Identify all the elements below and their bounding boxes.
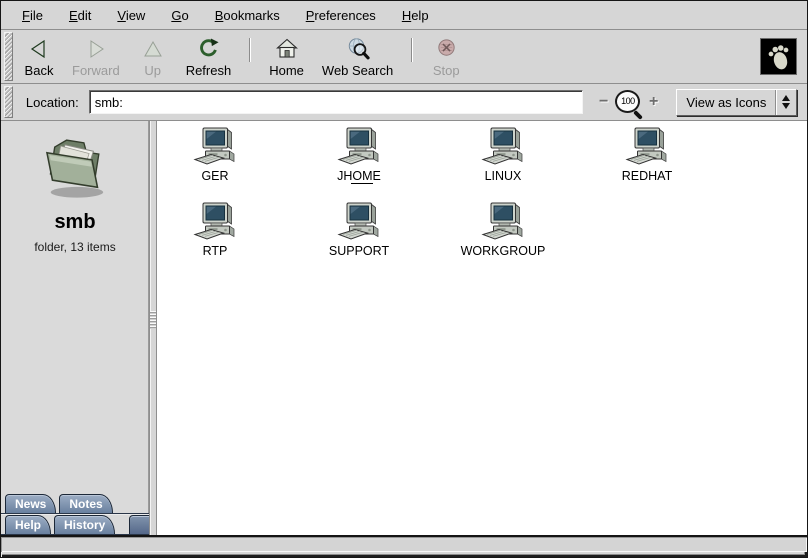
up-button-label: Up	[144, 63, 161, 78]
network-share-ger[interactable]: GER	[157, 126, 273, 188]
sidebar: smb folder, 13 items News Notes Help His…	[1, 121, 149, 535]
stop-button: Stop	[424, 33, 468, 81]
sidebar-tab-partial[interactable]	[129, 515, 149, 534]
sidebar-tab-help[interactable]: Help	[5, 515, 51, 534]
menu-help[interactable]: Help	[389, 2, 442, 29]
web-search-button[interactable]: Web Search	[315, 33, 400, 81]
location-input[interactable]	[89, 90, 583, 114]
sidebar-tab-history[interactable]: History	[54, 515, 115, 534]
sidebar-folder-title: smb	[54, 211, 95, 234]
menu-bookmarks[interactable]: Bookmarks	[202, 2, 293, 29]
zoom-level-value: 100	[615, 90, 640, 113]
up-button: Up	[131, 33, 175, 81]
sidebar-splitter[interactable]	[149, 121, 157, 535]
view-mode-dropdown[interactable]: View as Icons	[676, 89, 797, 116]
zoom-out-button[interactable]: −	[595, 93, 612, 111]
toolbar-separator	[249, 38, 251, 62]
network-share-rtp[interactable]: RTP	[157, 201, 273, 263]
icon-label: SUPPORT	[329, 244, 389, 258]
menu-bar: File Edit View Go Bookmarks Preferences …	[1, 1, 807, 30]
network-share-linux[interactable]: LINUX	[445, 126, 561, 188]
refresh-icon	[197, 37, 220, 61]
tool-bar: Back Forward Up Refresh Home Web Search …	[1, 30, 807, 84]
web-search-button-label: Web Search	[322, 63, 393, 78]
menu-edit[interactable]: Edit	[56, 2, 104, 29]
menu-file[interactable]: File	[9, 2, 56, 29]
view-mode-value: View as Icons	[677, 90, 775, 115]
sidebar-tab-notes[interactable]: Notes	[59, 494, 112, 513]
forward-button-label: Forward	[72, 63, 120, 78]
home-button-label: Home	[269, 63, 304, 78]
icon-label: GER	[201, 169, 228, 183]
icon-label: REDHAT	[622, 169, 672, 183]
status-bar	[1, 535, 807, 552]
computer-icon	[481, 126, 525, 166]
computer-icon	[337, 126, 381, 166]
stop-button-label: Stop	[433, 63, 460, 78]
forward-button: Forward	[65, 33, 127, 81]
location-label: Location:	[26, 95, 79, 110]
network-share-redhat[interactable]: REDHAT	[589, 126, 705, 188]
toolbar-separator	[411, 38, 413, 62]
home-icon	[275, 37, 299, 61]
hover-underline-artifact	[351, 183, 373, 184]
location-bar: Location: − 100 + View as Icons	[1, 84, 807, 121]
sidebar-header: smb folder, 13 items	[1, 121, 149, 254]
sidebar-tab-row-1: News Notes	[1, 493, 149, 514]
computer-icon	[625, 126, 669, 166]
magnifier-handle-icon	[633, 110, 643, 120]
gnome-foot-logo	[760, 38, 797, 75]
refresh-button[interactable]: Refresh	[179, 33, 239, 81]
menu-go[interactable]: Go	[158, 2, 201, 29]
forward-arrow-icon	[84, 37, 108, 61]
locationbar-drag-handle[interactable]	[4, 86, 13, 118]
zoom-in-button[interactable]: +	[645, 93, 662, 111]
open-folder-icon	[36, 135, 114, 201]
menu-preferences[interactable]: Preferences	[293, 2, 389, 29]
file-manager-window: File Edit View Go Bookmarks Preferences …	[0, 0, 808, 558]
back-button-label: Back	[25, 63, 54, 78]
home-button[interactable]: Home	[262, 33, 311, 81]
sidebar-tab-rows: News Notes Help History	[1, 493, 149, 535]
network-share-support[interactable]: SUPPORT	[301, 201, 417, 263]
computer-icon	[481, 201, 525, 241]
splitter-grip[interactable]	[150, 311, 156, 329]
refresh-button-label: Refresh	[186, 63, 232, 78]
sidebar-tab-news[interactable]: News	[5, 494, 56, 513]
toolbar-drag-handle[interactable]	[4, 32, 13, 81]
icon-label: JHOME	[337, 169, 381, 183]
icon-label: WORKGROUP	[461, 244, 546, 258]
network-share-jhome[interactable]: JHOME	[301, 126, 417, 188]
computer-icon	[193, 126, 237, 166]
icon-view: GER JHOME LINUX REDHAT RTP SUPPORT	[157, 121, 807, 535]
computer-icon	[193, 201, 237, 241]
icon-label: RTP	[203, 244, 228, 258]
web-search-icon	[346, 37, 370, 61]
menu-view[interactable]: View	[104, 2, 158, 29]
back-arrow-icon	[27, 37, 51, 61]
sidebar-tab-row-2: Help History	[1, 514, 149, 535]
network-share-workgroup[interactable]: WORKGROUP	[445, 201, 561, 263]
computer-icon	[337, 201, 381, 241]
dropdown-arrows-icon	[775, 90, 796, 115]
stop-icon	[435, 37, 458, 61]
sidebar-folder-info: folder, 13 items	[34, 240, 115, 254]
back-button[interactable]: Back	[17, 33, 61, 81]
zoom-level-control[interactable]: 100	[615, 90, 642, 115]
content-area: smb folder, 13 items News Notes Help His…	[1, 121, 807, 535]
up-arrow-icon	[141, 37, 165, 61]
icon-label: LINUX	[485, 169, 522, 183]
